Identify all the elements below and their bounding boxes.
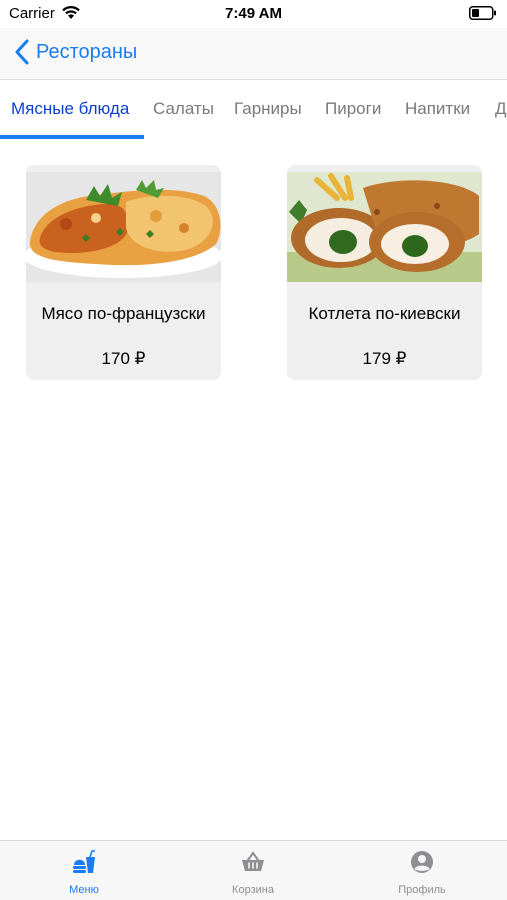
tab-meat-dishes[interactable]: Мясные блюда bbox=[11, 99, 129, 119]
chevron-left-icon bbox=[15, 39, 29, 65]
tab-profile[interactable]: Профиль bbox=[362, 849, 482, 896]
battery-icon bbox=[469, 6, 496, 20]
navigation-bar: Рестораны bbox=[0, 28, 507, 80]
tab-side-dishes[interactable]: Гарниры bbox=[234, 99, 302, 119]
active-tab-indicator bbox=[0, 135, 144, 139]
product-name: Котлета по-киевски bbox=[308, 304, 461, 323]
tab-drinks[interactable]: Напитки bbox=[405, 99, 470, 119]
back-button-label: Рестораны bbox=[36, 40, 138, 63]
product-card[interactable]: Котлета по-киевски 179 ₽ bbox=[287, 165, 482, 380]
product-image bbox=[287, 172, 482, 282]
profile-icon bbox=[411, 851, 433, 873]
product-price: 170 ₽ bbox=[101, 349, 146, 368]
status-time: 7:49 AM bbox=[225, 5, 282, 22]
tab-menu[interactable]: Меню bbox=[24, 849, 144, 896]
tab-cart[interactable]: Корзина bbox=[193, 849, 313, 896]
menu-food-icon bbox=[73, 850, 95, 873]
tab-menu-label: Меню bbox=[69, 884, 99, 896]
product-price: 179 ₽ bbox=[362, 349, 407, 368]
tab-pies[interactable]: Пироги bbox=[325, 99, 381, 119]
tab-salads[interactable]: Салаты bbox=[153, 99, 214, 119]
tab-cart-label: Корзина bbox=[232, 884, 274, 896]
product-image bbox=[26, 172, 221, 282]
tab-profile-label: Профиль bbox=[398, 884, 446, 896]
back-button[interactable]: Рестораны bbox=[14, 39, 137, 65]
bottom-tab-bar: Меню Корзина Профиль bbox=[0, 840, 507, 900]
status-bar: Carrier 7:49 AM bbox=[0, 0, 507, 28]
category-tabs: Мясные блюда Салаты Гарниры Пироги Напит… bbox=[0, 80, 507, 140]
tab-more[interactable]: Д bbox=[495, 99, 507, 119]
basket-icon bbox=[242, 851, 264, 871]
product-name: Мясо по-французски bbox=[41, 304, 206, 323]
product-card[interactable]: Мясо по-французски 170 ₽ bbox=[26, 165, 221, 380]
